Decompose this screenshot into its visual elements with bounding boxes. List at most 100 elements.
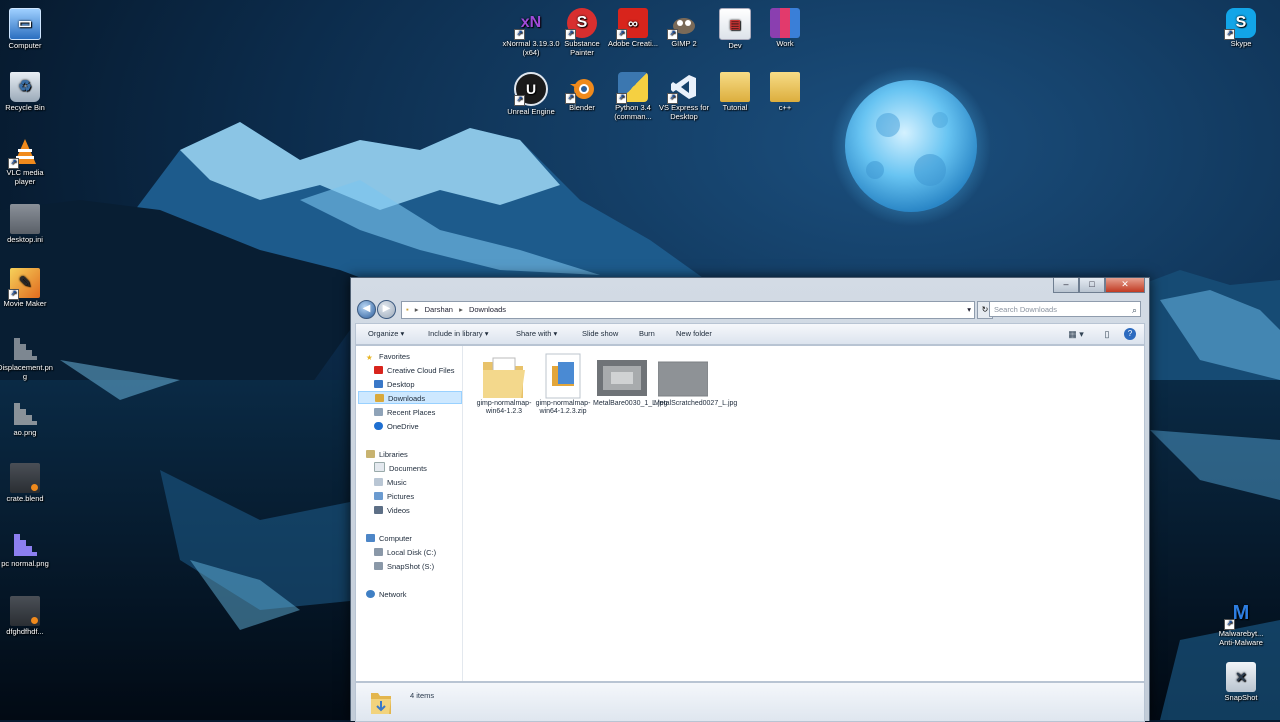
desktop-icon-cpp[interactable]: c++ — [756, 72, 814, 113]
image-thumbnail-icon — [597, 352, 647, 396]
drive-icon — [374, 562, 383, 570]
nav-documents[interactable]: Documents — [374, 462, 480, 475]
desktop-icon — [374, 380, 383, 388]
preview-pane-button[interactable]: ▯ — [1100, 327, 1114, 341]
nav-label: Favorites — [379, 352, 410, 361]
address-bar[interactable]: ▪ ▸ Darshan ▸ Downloads ▾ — [401, 301, 975, 319]
desktop-icon-desktop-ini[interactable]: desktop.ini — [0, 204, 54, 245]
adobe-cc-icon: ∞ ↗ — [616, 8, 648, 40]
file-item[interactable]: MetalScratched0027_L.jpg — [654, 352, 737, 408]
nav-videos[interactable]: Videos — [374, 504, 480, 517]
desktop-icon-label: Substance Painter — [564, 39, 600, 57]
change-view-button[interactable]: ▦ ▾ — [1064, 327, 1088, 341]
back-arrow-icon: ◀ — [362, 303, 371, 314]
desktop-icon-snapshot[interactable]: ✕ SnapShot — [1212, 662, 1270, 703]
desktop-icon-ao-png[interactable]: ao.png — [0, 397, 54, 438]
file-item[interactable]: MetalBare0030_1_L.jpg — [593, 352, 667, 408]
desktop-icon-skype[interactable]: S ↗ Skype — [1212, 8, 1270, 49]
nav-favorites[interactable]: ★ Favorites — [366, 350, 472, 363]
desktop-icon-adobe-creative-cloud[interactable]: ∞ ↗ Adobe Creati... — [604, 8, 662, 49]
search-placeholder: Search Downloads — [994, 305, 1057, 314]
desktop-icon-label: Movie Maker — [3, 299, 47, 308]
nav-label: Creative Cloud Files — [387, 366, 455, 375]
desktop-icon-gimp[interactable]: ↗ GIMP 2 — [655, 8, 713, 49]
shortcut-arrow-icon: ↗ — [8, 158, 19, 169]
address-dropdown-icon[interactable]: ▾ — [967, 302, 971, 318]
file-icon — [10, 204, 40, 234]
file-item[interactable]: gimp-normalmap-win64-1.2.3.zip — [534, 352, 592, 416]
breadcrumb-darshan[interactable]: Darshan — [425, 302, 453, 318]
desktop-icon-blender[interactable]: ↗ Blender — [553, 72, 611, 113]
content-area: ★ Favorites Creative Cloud Files Desktop … — [355, 345, 1145, 682]
desktop-icon-work[interactable]: Work — [756, 8, 814, 49]
desktop-icon-malwarebytes[interactable]: M ↗ Malwarebyt... Anti-Malware — [1212, 598, 1270, 647]
desktop-icon-python[interactable]: ↗ Python 3.4 (comman... — [604, 72, 662, 121]
movie-maker-icon: ✎ ↗ — [8, 268, 40, 300]
nav-desktop[interactable]: Desktop — [374, 378, 480, 391]
recent-places-icon — [374, 408, 383, 416]
desktop-icon-substance-painter[interactable]: S ↗ Substance Painter — [553, 8, 611, 57]
nav-onedrive[interactable]: OneDrive — [374, 420, 480, 433]
nav-libraries[interactable]: Libraries — [366, 448, 472, 461]
nav-computer[interactable]: Computer — [366, 532, 472, 545]
image-thumbnail-icon — [657, 352, 709, 397]
minimize-button[interactable]: – — [1053, 278, 1079, 293]
visual-studio-icon: ↗ — [667, 72, 699, 104]
desktop-icon-xnormal[interactable]: xN ↗ xNormal 3.19.3.0 (x64) — [502, 8, 560, 57]
slide-show-button[interactable]: Slide show — [582, 324, 618, 344]
search-input[interactable]: Search Downloads ⌕ — [989, 301, 1141, 317]
malwarebytes-icon: M ↗ — [1224, 598, 1256, 630]
close-button[interactable]: ✕ — [1105, 278, 1145, 293]
desktop-icon-label: Adobe Creati... — [607, 39, 659, 48]
shortcut-arrow-icon: ↗ — [667, 29, 678, 40]
desktop-icon-computer[interactable]: ▭ Computer — [0, 8, 54, 51]
nav-snapshot-s[interactable]: SnapShot (S:) — [374, 560, 480, 573]
include-in-library-menu[interactable]: Include in library ▾ — [428, 324, 488, 344]
desktop-icon-label: desktop.ini — [7, 235, 43, 244]
burn-button[interactable]: Burn — [639, 324, 655, 344]
desktop-icon-recycle-bin[interactable]: ♻ Recycle Bin — [0, 72, 54, 113]
file-item[interactable]: gimp-normalmap-win64-1.2.3 — [475, 352, 533, 416]
nav-local-disk-c[interactable]: Local Disk (C:) — [374, 546, 480, 559]
forward-button[interactable]: ▶ — [377, 300, 396, 319]
back-button[interactable]: ◀ — [357, 300, 376, 319]
new-folder-button[interactable]: New folder — [676, 324, 712, 344]
desktop-icon-pc-normal-png[interactable]: pc normal.png — [0, 528, 54, 569]
onedrive-icon — [374, 422, 383, 430]
skype-icon: S ↗ — [1224, 8, 1256, 40]
explorer-window[interactable]: – □ ✕ ◀ ▶ ▪ ▸ Darshan ▸ Downloads ▾ ↻ Se… — [350, 277, 1150, 722]
desktop-icon-displacement-png[interactable]: Displacement.png — [0, 332, 54, 381]
forward-arrow-icon: ▶ — [382, 303, 391, 314]
desktop-icon-unreal-engine[interactable]: U ↗ Unreal Engine — [502, 72, 560, 117]
substance-painter-icon: S ↗ — [565, 8, 597, 40]
organize-menu[interactable]: Organize ▾ — [368, 324, 404, 344]
desktop-icon-label: Blender — [569, 103, 595, 112]
document-folder-icon: ▤ — [719, 8, 751, 40]
nav-network[interactable]: Network — [366, 588, 472, 601]
desktop-icon-vs-express[interactable]: ↗ VS Express for Desktop — [655, 72, 713, 121]
breadcrumb-downloads[interactable]: Downloads — [469, 302, 506, 318]
nav-music[interactable]: Music — [374, 476, 480, 489]
blend-file-icon — [10, 596, 40, 626]
shortcut-arrow-icon: ↗ — [616, 93, 627, 104]
creative-cloud-icon — [374, 366, 383, 374]
desktop-icon-movie-maker[interactable]: ✎ ↗ Movie Maker — [0, 268, 54, 309]
help-button[interactable]: ? — [1124, 328, 1136, 340]
folder-icon — [770, 72, 800, 102]
star-icon: ★ — [366, 353, 373, 362]
desktop-icon-dfghdfhdf[interactable]: dfghdfhdf... — [0, 596, 54, 637]
nav-downloads[interactable]: Downloads — [358, 391, 462, 404]
computer-small-icon — [366, 534, 375, 542]
item-count: 4 items — [410, 691, 435, 700]
desktop-icon-crate-blend[interactable]: crate.blend — [0, 463, 54, 504]
pictures-icon — [374, 492, 383, 500]
share-with-menu[interactable]: Share with ▾ — [516, 324, 557, 344]
preview-pane-icon: ▯ — [1104, 329, 1110, 339]
nav-recent-places[interactable]: Recent Places — [374, 406, 480, 419]
nav-pictures[interactable]: Pictures — [374, 490, 480, 503]
nav-creative-cloud-files[interactable]: Creative Cloud Files — [374, 364, 480, 377]
maximize-button[interactable]: □ — [1079, 278, 1105, 293]
desktop-icon-label: Recycle Bin — [5, 103, 45, 112]
refresh-icon: ↻ — [981, 305, 989, 314]
desktop-icon-vlc[interactable]: ↗ VLC media player — [0, 137, 54, 186]
